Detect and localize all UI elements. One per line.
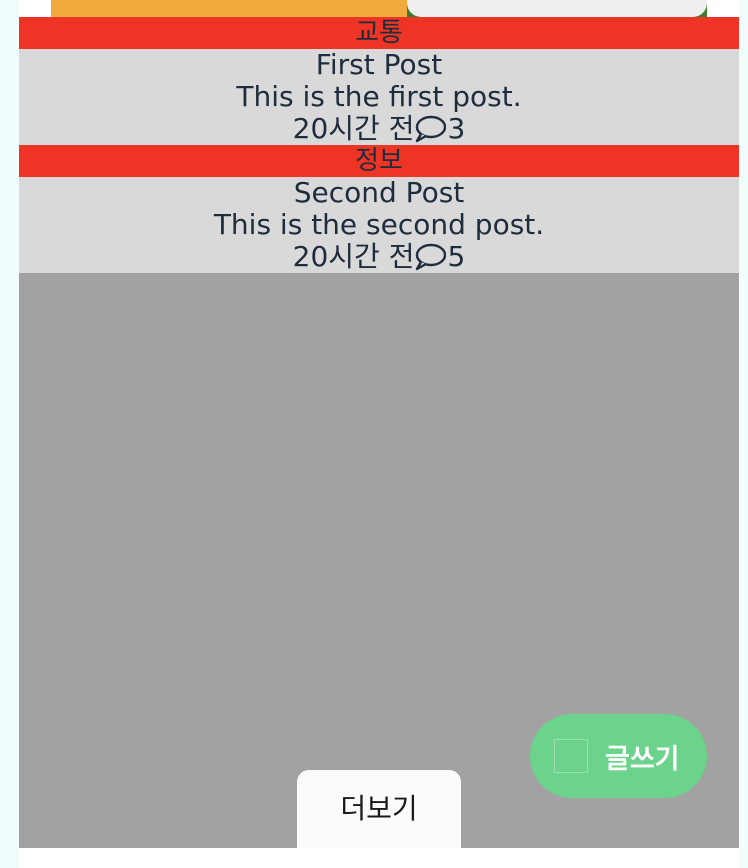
comment-icon — [414, 243, 447, 271]
post-category: 교통 — [19, 17, 739, 49]
load-more-button[interactable]: 더보기 — [297, 770, 461, 848]
post-title: First Post — [315, 48, 443, 81]
right-margin — [739, 0, 748, 868]
post-category: 정보 — [19, 145, 739, 177]
comment-icon — [414, 115, 447, 143]
post-card[interactable]: Second Post This is the second post. 20시… — [19, 177, 739, 273]
post-body: This is the second post. — [213, 208, 545, 241]
post-meta: 20시간 전 3 — [19, 113, 739, 145]
page: 교통 First Post This is the first post. 20… — [0, 0, 748, 868]
comment-count: 5 — [447, 240, 466, 273]
comment-count: 3 — [447, 112, 466, 145]
loading-overlay: 글쓰기 더보기 — [19, 273, 739, 848]
tab-right[interactable] — [407, 0, 707, 17]
write-icon — [554, 739, 588, 773]
tab-left[interactable] — [51, 0, 407, 17]
post-time: 20시간 전 — [292, 240, 415, 273]
post-title: Second Post — [293, 176, 465, 209]
top-tab-strip — [51, 0, 707, 17]
post-body: This is the first post. — [236, 80, 522, 113]
post-card[interactable]: First Post This is the first post. 20시간 … — [19, 49, 739, 145]
left-margin — [0, 0, 19, 868]
main-column: 교통 First Post This is the first post. 20… — [19, 0, 739, 868]
post-meta: 20시간 전 5 — [19, 241, 739, 273]
write-post-button[interactable]: 글쓰기 — [530, 714, 707, 798]
post-time: 20시간 전 — [292, 112, 415, 145]
write-post-label: 글쓰기 — [605, 743, 680, 775]
